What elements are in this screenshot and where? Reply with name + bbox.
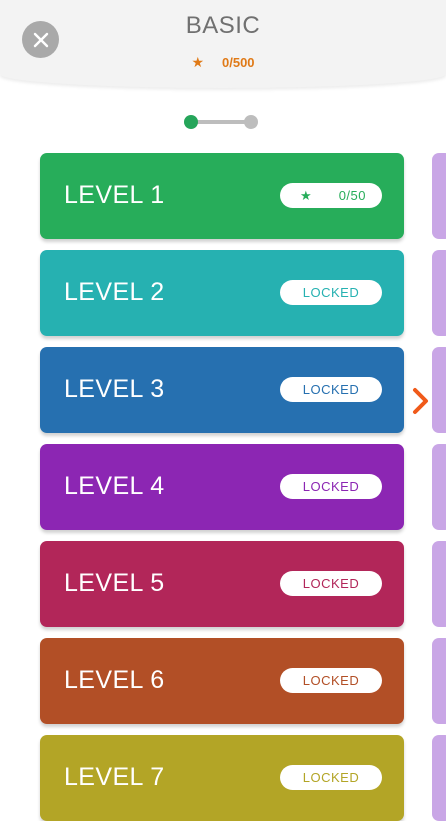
level-label: LEVEL 4 [64,472,165,500]
page-title: BASIC [185,12,261,39]
level-label: LEVEL 1 [64,181,165,209]
next-page-card-peek[interactable] [432,153,446,239]
level-label: LEVEL 3 [64,375,165,403]
star-icon: ★ [191,54,204,70]
next-page-card-peek[interactable] [432,638,446,724]
next-page-card-peek[interactable] [432,347,446,433]
level-card-7[interactable]: LEVEL 7 LOCKED [40,735,404,821]
level-stars-count: 0/50 [338,188,366,203]
level-card-5[interactable]: LEVEL 5 LOCKED [40,541,404,627]
level-card-2[interactable]: LEVEL 2 LOCKED [40,250,404,336]
next-page-button[interactable] [410,386,432,416]
locked-badge: LOCKED [280,765,382,790]
next-page-card-peek[interactable] [432,541,446,627]
locked-badge: LOCKED [280,474,382,499]
chevron-right-icon [413,388,428,414]
locked-badge: LOCKED [280,377,382,402]
level-label: LEVEL 6 [64,666,165,694]
star-progress: ★ 0/500 [0,54,446,71]
level-card-6[interactable]: LEVEL 6 LOCKED [40,638,404,724]
next-page-card-peek[interactable] [432,735,446,821]
page-indicator-track [192,120,252,124]
level-label: LEVEL 7 [64,763,165,791]
header: BASIC ★ 0/500 [0,0,446,88]
locked-badge: LOCKED [280,668,382,693]
page-dot-active[interactable] [184,115,198,129]
progress-count: 0/500 [222,55,255,70]
level-card-4[interactable]: LEVEL 4 LOCKED [40,444,404,530]
star-icon: ★ [300,187,313,203]
locked-badge: LOCKED [280,280,382,305]
locked-badge: LOCKED [280,571,382,596]
next-page-card-peek[interactable] [432,250,446,336]
level-card-3[interactable]: LEVEL 3 LOCKED [40,347,404,433]
level-stars-badge: ★ 0/50 [280,183,382,208]
next-page-card-peek[interactable] [432,444,446,530]
page-indicator [184,115,262,129]
level-card-1[interactable]: LEVEL 1 ★ 0/50 [40,153,404,239]
level-label: LEVEL 5 [64,569,165,597]
level-label: LEVEL 2 [64,278,165,306]
page-dot[interactable] [244,115,258,129]
